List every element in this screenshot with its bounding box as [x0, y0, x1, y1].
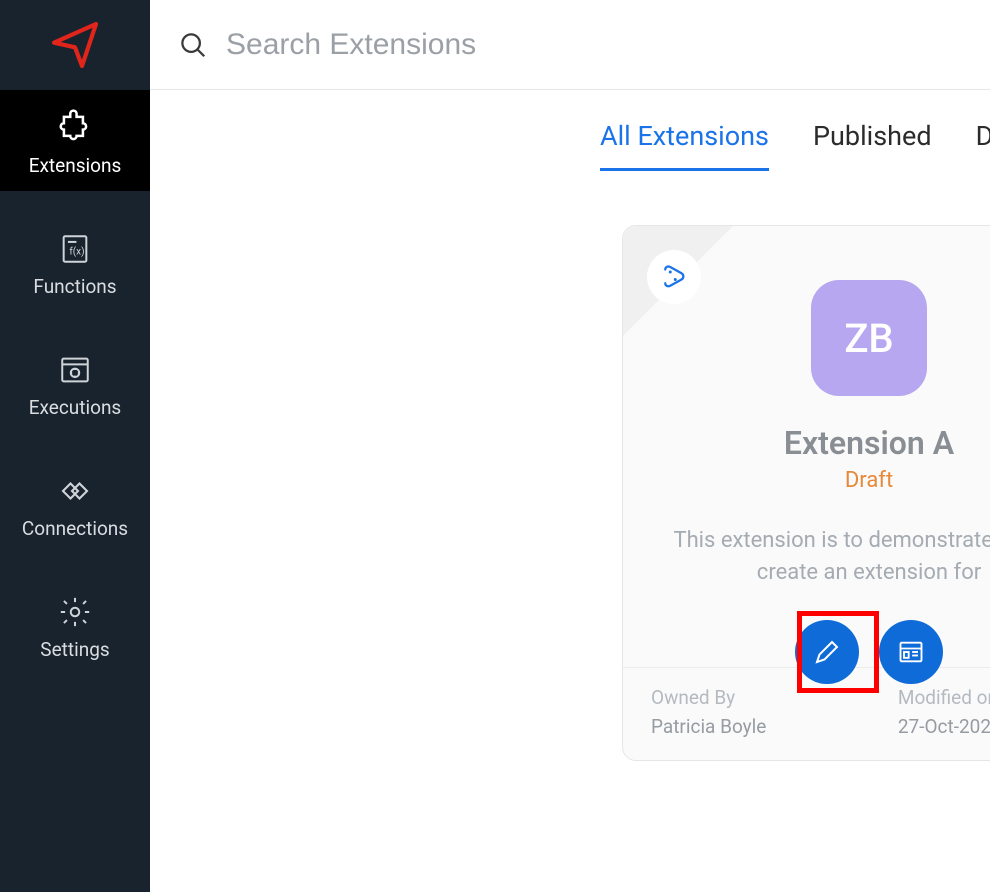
search-icon [178, 30, 208, 60]
extension-card[interactable]: ZB Extension A Draft This extension is t… [622, 225, 990, 761]
sidebar-item-executions[interactable]: Executions [0, 332, 150, 433]
tab-draft[interactable]: Draft [976, 120, 990, 171]
modified-on-value: 27-Oct-2022 12:01 PM [898, 715, 990, 738]
sidebar-item-label: Extensions [29, 154, 122, 177]
extension-avatar: ZB [811, 280, 927, 396]
owned-by-label: Owned By [651, 686, 766, 709]
owned-by-value: Patricia Boyle [651, 715, 766, 738]
details-button[interactable] [879, 620, 943, 684]
sidebar-item-label: Settings [40, 638, 109, 661]
sidebar-item-extensions[interactable]: Extensions [0, 90, 150, 191]
sidebar-item-label: Connections [22, 517, 128, 540]
search-input[interactable] [226, 28, 990, 62]
topbar [150, 0, 990, 90]
arrow-logo-icon [47, 17, 103, 73]
extension-actions [623, 620, 990, 684]
executions-icon [55, 350, 95, 390]
puzzle-icon [55, 108, 95, 148]
modified-on-label: Modified on [898, 686, 990, 709]
details-icon [897, 638, 925, 666]
sidebar-item-settings[interactable]: Settings [0, 574, 150, 675]
extension-title: Extension A [623, 424, 990, 462]
tabs: All Extensions Published Draft [600, 90, 990, 171]
svg-text:f(x): f(x) [69, 247, 84, 258]
app-logo [0, 0, 150, 90]
connections-icon [55, 471, 95, 511]
sidebar-item-label: Functions [33, 275, 116, 298]
main-content: All Extensions Published Draft ZB Extens… [150, 0, 990, 892]
pencil-icon [812, 637, 842, 667]
function-icon: f(x) [55, 229, 95, 269]
sidebar-item-functions[interactable]: f(x) Functions [0, 211, 150, 312]
gear-icon [55, 592, 95, 632]
sidebar: Extensions f(x) Functions Executions [0, 0, 150, 892]
tab-all-extensions[interactable]: All Extensions [600, 120, 769, 171]
edit-button[interactable] [795, 620, 859, 684]
extension-description: This extension is to demonstrate how to … [653, 525, 990, 589]
extension-status: Draft [623, 468, 990, 493]
sidebar-item-label: Executions [29, 396, 122, 419]
tab-published[interactable]: Published [813, 120, 932, 171]
extension-type-icon [647, 250, 701, 304]
sidebar-item-connections[interactable]: Connections [0, 453, 150, 554]
